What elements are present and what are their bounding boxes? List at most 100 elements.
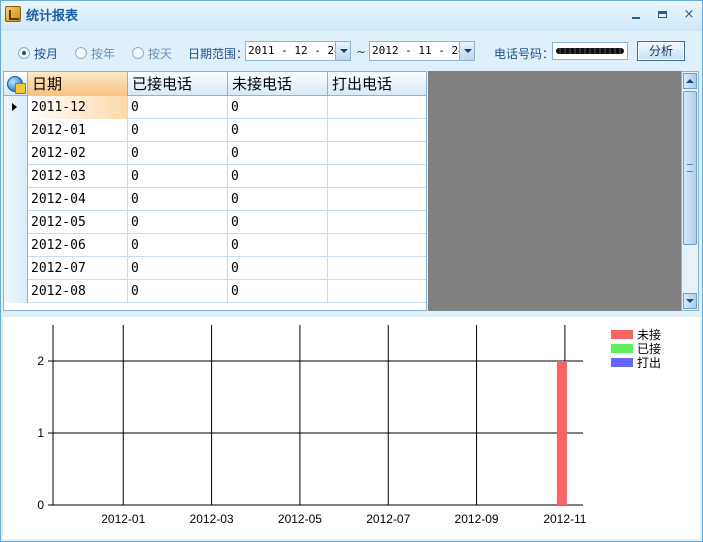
legend-swatch xyxy=(611,329,633,339)
grid-corner[interactable] xyxy=(4,72,28,96)
date-cell[interactable]: 2012-01 xyxy=(28,119,128,142)
missed-cell[interactable]: 0 xyxy=(228,188,328,211)
row-header[interactable] xyxy=(4,257,28,280)
date-cell[interactable]: 2012-08 xyxy=(28,280,128,303)
row-header[interactable] xyxy=(4,280,28,303)
date-from-picker[interactable]: 2011 - 12 - 24 xyxy=(245,41,351,61)
received-cell[interactable]: 0 xyxy=(128,188,228,211)
received-cell[interactable]: 0 xyxy=(128,280,228,303)
row-header[interactable] xyxy=(4,234,28,257)
y-tick-label: 2 xyxy=(37,354,44,368)
outgoing-cell[interactable] xyxy=(328,280,426,303)
radio-unchecked-icon xyxy=(132,47,144,59)
row-header[interactable] xyxy=(4,211,28,234)
x-tick-label: 2012-05 xyxy=(278,512,322,526)
date-cell[interactable]: 2012-05 xyxy=(28,211,128,234)
date-cell[interactable]: 2012-02 xyxy=(28,142,128,165)
table-row[interactable]: 2012-05 0 0 xyxy=(4,211,426,234)
outgoing-cell[interactable] xyxy=(328,188,426,211)
maximize-button[interactable] xyxy=(655,8,671,22)
radio-by-month[interactable]: 按月 xyxy=(18,45,58,61)
close-button[interactable]: × xyxy=(681,8,697,22)
chart-legend: 未接 已接 打出 xyxy=(611,327,691,370)
table-row[interactable]: 2012-01 0 0 xyxy=(4,119,426,142)
row-header[interactable] xyxy=(4,142,28,165)
date-to-picker[interactable]: 2012 - 11 - 24 xyxy=(369,41,475,61)
received-cell[interactable]: 0 xyxy=(128,257,228,280)
row-header[interactable] xyxy=(4,188,28,211)
outgoing-cell[interactable] xyxy=(328,211,426,234)
radio-by-month-label: 按月 xyxy=(34,46,59,61)
column-header-outgoing[interactable]: 打出电话 xyxy=(328,72,426,96)
outgoing-cell[interactable] xyxy=(328,119,426,142)
row-header[interactable] xyxy=(4,165,28,188)
x-tick-label: 2012-07 xyxy=(366,512,410,526)
table-row[interactable]: 2012-02 0 0 xyxy=(4,142,426,165)
date-range-separator: ~ xyxy=(356,45,367,59)
missed-cell[interactable]: 0 xyxy=(228,234,328,257)
legend-swatch xyxy=(611,357,633,367)
scroll-up-icon[interactable] xyxy=(683,73,697,89)
radio-by-day-label: 按天 xyxy=(148,46,173,61)
date-from-value: 2011 - 12 - 24 xyxy=(248,44,341,57)
x-tick-label: 2012-01 xyxy=(101,512,145,526)
date-cell[interactable]: 2012-04 xyxy=(28,188,128,211)
scroll-thumb[interactable] xyxy=(683,91,697,245)
phone-label: 电话号码： xyxy=(494,47,555,61)
report-app-icon xyxy=(5,6,21,22)
date-cell[interactable]: 2012-07 xyxy=(28,257,128,280)
minimize-button[interactable] xyxy=(629,8,645,22)
missed-cell[interactable]: 0 xyxy=(228,257,328,280)
received-cell[interactable]: 0 xyxy=(128,211,228,234)
column-header-missed[interactable]: 未接电话 xyxy=(228,72,328,96)
redacted-phone-scribble xyxy=(556,48,624,54)
outgoing-cell[interactable] xyxy=(328,234,426,257)
radio-by-day[interactable]: 按天 xyxy=(132,45,172,61)
missed-cell[interactable]: 0 xyxy=(228,165,328,188)
table-row[interactable]: 2012-08 0 0 xyxy=(4,280,426,303)
grid-scrollbar[interactable] xyxy=(681,71,699,311)
missed-cell[interactable]: 0 xyxy=(228,142,328,165)
chevron-down-icon[interactable] xyxy=(459,42,474,60)
outgoing-cell[interactable] xyxy=(328,96,426,119)
legend-item: 打出 xyxy=(611,355,691,370)
chart-svg: 0 1 2 2012-01 2012-03 2012-05 2012-07 2012-09 20… xyxy=(37,325,587,526)
radio-by-year[interactable]: 按年 xyxy=(75,45,115,61)
date-cell[interactable]: 2012-06 xyxy=(28,234,128,257)
stats-grid[interactable]: 日期 已接电话 未接电话 打出电话 2011-12 0 0 2012-01 0 0 2012… xyxy=(3,71,427,311)
received-cell[interactable]: 0 xyxy=(128,165,228,188)
missed-cell[interactable]: 0 xyxy=(228,280,328,303)
date-cell[interactable]: 2011-12 xyxy=(28,96,128,119)
received-cell[interactable]: 0 xyxy=(128,96,228,119)
table-row[interactable]: 2011-12 0 0 xyxy=(4,96,426,119)
table-row[interactable]: 2012-03 0 0 xyxy=(4,165,426,188)
missed-cell[interactable]: 0 xyxy=(228,119,328,142)
received-cell[interactable]: 0 xyxy=(128,142,228,165)
column-header-received[interactable]: 已接电话 xyxy=(128,72,228,96)
grid-empty-area xyxy=(428,71,681,311)
row-header[interactable] xyxy=(4,96,28,119)
title-bar[interactable]: 统计报表 × xyxy=(1,1,702,31)
missed-cell[interactable]: 0 xyxy=(228,211,328,234)
table-row[interactable]: 2012-07 0 0 xyxy=(4,257,426,280)
scroll-down-icon[interactable] xyxy=(683,293,697,309)
table-row[interactable]: 2012-04 0 0 xyxy=(4,188,426,211)
analyze-button[interactable]: 分析 xyxy=(637,41,685,61)
chevron-down-icon[interactable] xyxy=(335,42,350,60)
column-header-date[interactable]: 日期 xyxy=(28,72,128,96)
y-tick-label: 0 xyxy=(37,498,44,512)
phone-input[interactable] xyxy=(552,42,628,60)
missed-cell[interactable]: 0 xyxy=(228,96,328,119)
outgoing-cell[interactable] xyxy=(328,165,426,188)
table-row[interactable]: 2012-06 0 0 xyxy=(4,234,426,257)
outgoing-cell[interactable] xyxy=(328,142,426,165)
current-row-arrow-icon xyxy=(12,103,17,111)
date-range-label: 日期范围： xyxy=(188,47,249,61)
row-header[interactable] xyxy=(4,119,28,142)
date-cell[interactable]: 2012-03 xyxy=(28,165,128,188)
outgoing-cell[interactable] xyxy=(328,257,426,280)
x-tick-label: 2012-11 xyxy=(543,512,586,526)
received-cell[interactable]: 0 xyxy=(128,234,228,257)
globe-icon xyxy=(7,76,26,94)
received-cell[interactable]: 0 xyxy=(128,119,228,142)
